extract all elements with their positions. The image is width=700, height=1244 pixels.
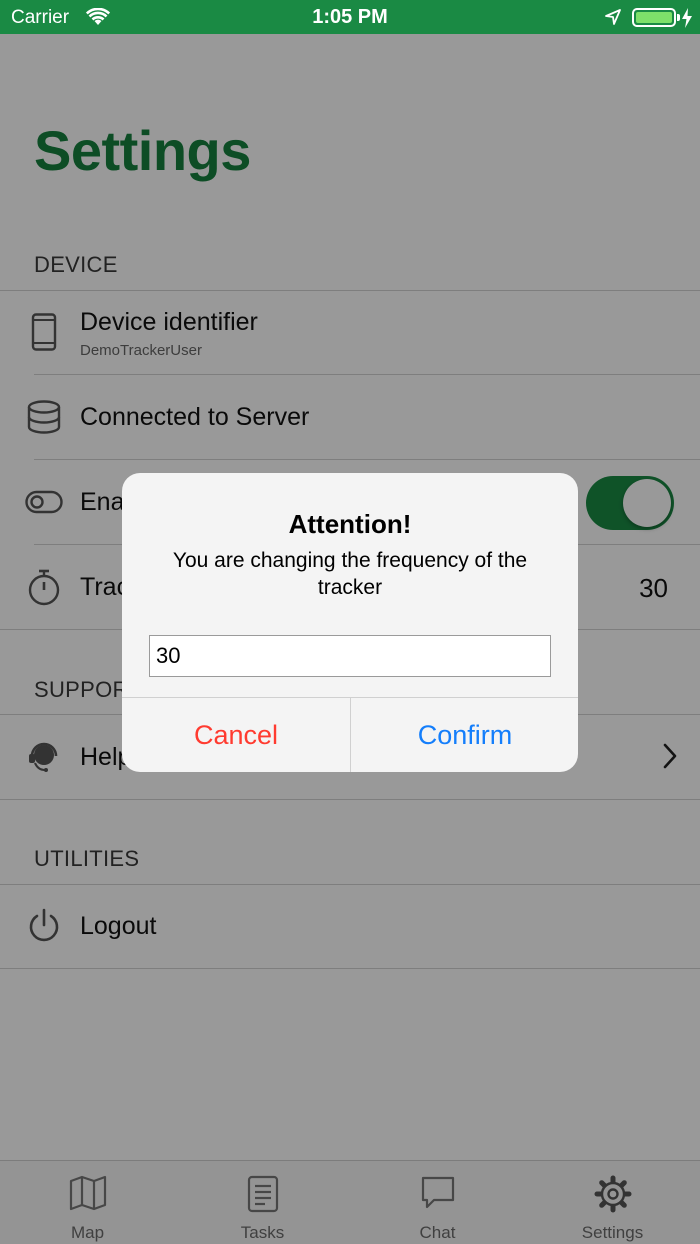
battery-level	[636, 12, 672, 23]
battery-icon	[632, 8, 676, 27]
charging-bolt-icon	[681, 8, 693, 33]
location-arrow-icon	[604, 8, 622, 31]
frequency-input[interactable]	[149, 635, 551, 677]
battery-nub	[677, 14, 680, 21]
confirm-button[interactable]: Confirm	[351, 698, 578, 772]
alert-message: You are changing the frequency of the tr…	[172, 549, 528, 599]
alert-dialog: Attention! You are changing the frequenc…	[122, 473, 578, 772]
status-bar: Carrier 1:05 PM	[0, 0, 700, 34]
clock: 1:05 PM	[312, 6, 388, 28]
cancel-button[interactable]: Cancel	[122, 698, 350, 772]
alert-title: Attention!	[288, 509, 412, 539]
